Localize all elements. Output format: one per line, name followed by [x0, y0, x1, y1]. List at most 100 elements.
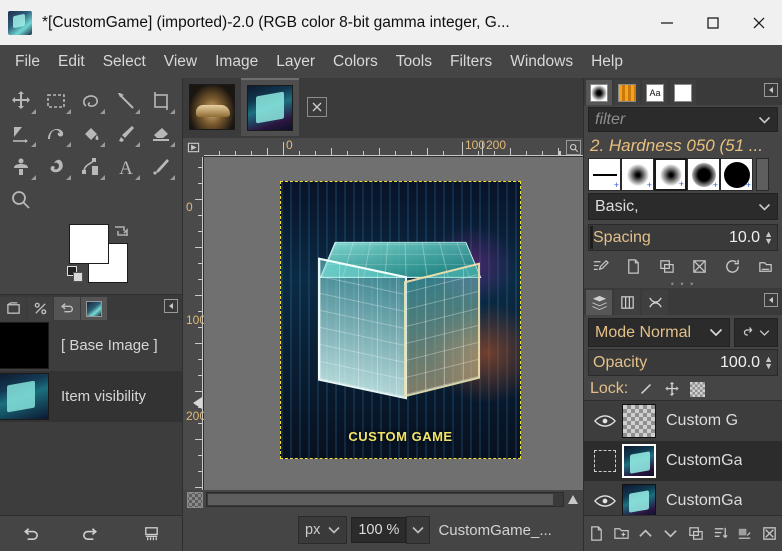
raise-layer-button[interactable] — [635, 523, 657, 545]
layer-name[interactable]: CustomGa — [666, 492, 742, 510]
tab-gradients[interactable] — [614, 80, 640, 105]
close-tab-button[interactable] — [307, 97, 327, 117]
reset-colors-icon[interactable] — [67, 266, 84, 283]
dock-resize-grip[interactable]: • • • — [584, 279, 782, 289]
lower-layer-button[interactable] — [660, 523, 682, 545]
text-tool[interactable]: A — [108, 150, 143, 183]
undo-button[interactable] — [15, 521, 45, 547]
layer-dock-menu-button[interactable] — [764, 293, 778, 307]
tab-paths[interactable] — [642, 290, 668, 315]
foreground-color-swatch[interactable] — [69, 224, 109, 264]
layer-name[interactable]: CustomGa — [666, 452, 742, 470]
canvas-image[interactable]: CUSTOM GAME — [280, 181, 521, 459]
brush-filter-input[interactable]: filter — [588, 107, 778, 132]
duplicate-brush-button[interactable] — [655, 256, 679, 278]
brush-list-scrollbar[interactable] — [756, 158, 769, 191]
menu-item-layer[interactable]: Layer — [267, 50, 324, 74]
redo-button[interactable] — [76, 521, 106, 547]
spinner-arrows-icon[interactable]: ▲ ▼ — [764, 229, 773, 245]
layer-visibility-icon[interactable] — [588, 414, 622, 428]
tab-brushes[interactable] — [586, 80, 612, 105]
clone-tool[interactable] — [4, 150, 39, 183]
menu-item-colors[interactable]: Colors — [324, 50, 387, 74]
lock-pixels-icon[interactable] — [638, 381, 654, 397]
menu-item-select[interactable]: Select — [94, 50, 155, 74]
layer-row[interactable]: Custom G — [584, 401, 782, 441]
history-entry-base-image[interactable]: [ Base Image ] — [0, 320, 182, 371]
brush-preset-strip[interactable]: + + + + + — [584, 158, 782, 191]
brush-preset-soft[interactable]: + — [621, 158, 654, 191]
new-layer-button[interactable] — [585, 523, 607, 545]
tab-layers[interactable] — [586, 290, 612, 315]
brush-preset-hard[interactable]: + — [720, 158, 753, 191]
tab-images[interactable] — [0, 297, 26, 320]
close-button[interactable] — [736, 0, 782, 45]
move-tool[interactable] — [4, 84, 39, 117]
menu-item-edit[interactable]: Edit — [49, 50, 94, 74]
opacity-value[interactable]: 100.0 — [720, 354, 760, 372]
zoom-fit-icon[interactable] — [566, 140, 581, 155]
brush-preset-mid[interactable]: + — [687, 158, 720, 191]
menu-item-view[interactable]: View — [155, 50, 206, 74]
spinner-arrows-icon[interactable]: ▲ ▼ — [764, 354, 773, 370]
tab-undo-history[interactable] — [54, 297, 80, 320]
tab-channels[interactable] — [614, 290, 640, 315]
history-dock-menu-button[interactable] — [164, 299, 178, 313]
anchor-layer-button[interactable] — [734, 523, 756, 545]
free-select-tool[interactable] — [74, 84, 109, 117]
new-brush-button[interactable] — [622, 256, 646, 278]
tab-documents[interactable] — [670, 80, 696, 105]
brush-category-selector[interactable]: Basic, — [588, 193, 778, 220]
canvas-viewport[interactable]: CUSTOM GAME — [204, 157, 583, 490]
eraser-tool[interactable] — [143, 117, 178, 150]
menu-item-filters[interactable]: Filters — [441, 50, 501, 74]
navigation-button[interactable] — [564, 493, 582, 507]
spacing-control[interactable]: Spacing 10.0 ▲ ▼ — [588, 224, 778, 251]
delete-layer-button[interactable] — [759, 523, 781, 545]
scrollbar-thumb[interactable] — [208, 494, 554, 505]
lock-alpha-icon[interactable] — [690, 381, 706, 397]
quick-mask-toggle[interactable] — [187, 491, 203, 508]
zoom-dropdown-button[interactable] — [406, 516, 431, 544]
vertical-ruler[interactable]: 0 100 200 — [183, 157, 206, 490]
warp-transform-tool[interactable] — [39, 117, 74, 150]
unit-selector[interactable]: px — [298, 516, 348, 544]
refresh-brushes-button[interactable] — [721, 256, 745, 278]
horizontal-ruler[interactable]: 0 100 200 — [204, 138, 583, 157]
image-tab-customgame[interactable] — [241, 78, 299, 136]
swap-colors-icon[interactable] — [112, 222, 130, 240]
maximize-button[interactable] — [690, 0, 736, 45]
new-layer-group-button[interactable] — [610, 523, 632, 545]
delete-brush-button[interactable] — [688, 256, 712, 278]
brush-preset-line[interactable]: + — [588, 158, 621, 191]
zoom-tool[interactable] — [4, 183, 39, 216]
opacity-control[interactable]: Opacity 100.0 ▲ ▼ — [588, 349, 778, 376]
tab-fonts[interactable]: Aa — [642, 80, 668, 105]
smudge-tool[interactable] — [39, 150, 74, 183]
rectangle-select-tool[interactable] — [39, 84, 74, 117]
layer-mode-selector[interactable]: Mode Normal — [588, 318, 730, 347]
horizontal-scrollbar[interactable] — [206, 492, 564, 507]
paths-tool[interactable] — [74, 150, 109, 183]
menu-item-file[interactable]: File — [6, 50, 49, 74]
transform-tool[interactable] — [4, 117, 39, 150]
open-brush-as-image-button[interactable] — [754, 256, 778, 278]
menu-item-help[interactable]: Help — [582, 50, 632, 74]
minimize-button[interactable] — [644, 0, 690, 45]
bucket-fill-tool[interactable] — [74, 117, 109, 150]
brush-dock-menu-button[interactable] — [764, 83, 778, 97]
image-tab-car[interactable] — [183, 78, 241, 136]
tab-device-status[interactable] — [27, 297, 53, 320]
history-entry-list[interactable]: [ Base Image ] Item visibility — [0, 320, 182, 515]
layer-row[interactable]: CustomGa — [584, 481, 782, 515]
menu-item-image[interactable]: Image — [206, 50, 267, 74]
layer-name[interactable]: Custom G — [666, 412, 738, 430]
edit-brush-button[interactable] — [589, 256, 613, 278]
brush-preset-hardness-050[interactable]: + — [654, 158, 687, 191]
layer-visibility-icon[interactable] — [588, 494, 622, 508]
tab-image-thumb[interactable] — [81, 297, 107, 320]
reset-mode-button[interactable] — [734, 318, 778, 347]
spacing-value[interactable]: 10.0 — [729, 229, 760, 247]
clear-history-button[interactable] — [137, 521, 167, 547]
duplicate-layer-button[interactable] — [684, 523, 706, 545]
